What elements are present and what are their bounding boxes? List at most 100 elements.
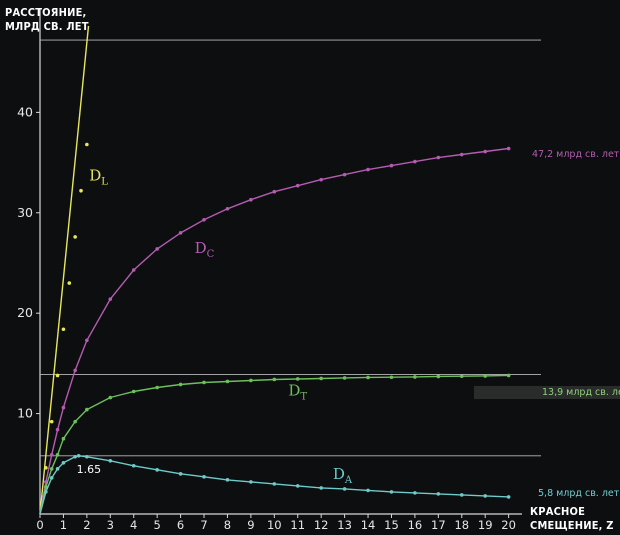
data-point-da [436,492,441,496]
data-point-dt [155,385,159,390]
x-tick-label: 20 [501,518,516,532]
x-tick-label: 8 [224,518,231,532]
data-point-da [413,491,417,495]
x-tick-label: 18 [454,518,469,532]
data-point-da [55,467,60,471]
x-tick-label: 15 [384,518,399,532]
data-point-dt [459,374,464,379]
data-point-da [272,482,277,486]
data-point-da [155,468,159,472]
data-point-dc [366,167,370,172]
data-point-dc [155,247,159,251]
data-point-da [49,476,54,480]
y-axis-title-line-1: РАССТОЯНИЕ, [5,6,87,19]
data-point-dc [49,452,54,457]
data-point-dc [436,155,441,160]
data-point-da [73,454,77,459]
x-axis-title-line-1: КРАСНОЕ [530,505,586,518]
data-point-da [506,495,511,499]
x-tick-label: 14 [361,518,376,532]
x-tick-label: 17 [431,518,446,532]
data-point-dt [436,374,441,379]
data-point-dc [389,163,394,168]
data-point-dl [49,419,54,424]
series-label-dc: DC [195,239,215,260]
series-line-dl [39,25,90,515]
data-point-dc [225,206,230,211]
data-point-dt [85,407,89,412]
chart: 0 1 2 3 4 5 6 7 8 9 10 11 12 13 14 15 16 17 18 19 2010203040… [17,8,541,532]
data-point-dt [49,467,54,471]
data-point-dt [55,452,60,457]
x-tick-label: 3 [107,518,114,532]
data-point-dt [413,375,417,379]
data-point-da [202,475,206,479]
data-point-dt [249,378,253,383]
data-point-da [319,486,323,490]
data-point-dc [85,338,89,343]
y-axis-title: РАССТОЯНИЕ, МЛРД СВ. ЛЕТ [5,6,89,34]
series-end-label-dc: 47,2 млрд св. лет [532,149,620,160]
data-point-dt [131,389,136,394]
data-point-dc [55,427,60,432]
data-point-dt [295,377,300,381]
data-point-da [459,493,464,497]
data-point-da [225,478,230,482]
x-tick-label: 0 [36,518,43,532]
data-point-dl [55,373,60,378]
x-tick-label: 2 [83,518,90,532]
annotation-peak: 1.65 [77,463,102,476]
series-label-dt: DT [288,382,307,403]
data-point-dt [272,377,277,382]
x-axis-title-line-2: СМЕЩЕНИЕ, Z [530,519,614,532]
data-point-da [249,480,253,484]
data-point-dt [108,395,113,400]
x-tick-label: 10 [267,518,282,532]
series-end-label-dt: 13,9 млрд св. лет [474,386,620,399]
data-point-da [366,488,370,493]
data-point-dt [73,419,77,424]
data-point-dc [73,368,77,373]
data-point-dt [178,382,183,387]
x-tick-label: 9 [247,518,254,532]
data-point-dt [342,376,347,380]
data-point-da [178,472,183,476]
x-tick-label: 11 [290,518,305,532]
y-tick-label: 10 [17,406,33,421]
y-axis-title-line-2: МЛРД СВ. ЛЕТ [5,20,89,33]
data-point-da [483,494,487,498]
x-tick-label: 7 [200,518,207,532]
series-end-label-da: 5,8 млрд св. лет [538,488,620,499]
data-point-da [108,458,113,463]
data-point-dl [85,142,89,147]
data-point-dc [61,405,66,410]
data-point-dc [131,268,136,272]
data-point-dc [483,149,487,154]
data-point-dc [295,183,300,188]
data-point-da [44,490,48,494]
data-point-dc [178,231,183,235]
data-point-dt [202,380,206,385]
data-point-da [389,490,394,494]
data-point-dc [413,159,417,164]
data-point-dt [506,373,511,378]
x-tick-label: 1 [60,518,67,532]
series-label-da: DA [333,465,353,486]
series-label-dl: DL [89,167,108,188]
y-tick-label: 20 [17,305,33,320]
data-point-dt [225,379,230,384]
x-tick-label: 5 [153,518,160,532]
data-point-da [295,484,300,488]
data-point-dc [342,172,347,177]
x-tick-label: 19 [478,518,493,532]
x-tick-label: 16 [408,518,423,532]
data-point-da [76,453,81,458]
data-point-dc [319,177,323,182]
data-point-da [131,464,136,468]
x-tick-label: 6 [177,518,184,532]
data-point-da [342,487,347,491]
data-point-dc [249,197,253,202]
x-tick-label: 12 [314,518,329,532]
data-point-dc [272,189,277,194]
data-point-dt [366,375,370,380]
